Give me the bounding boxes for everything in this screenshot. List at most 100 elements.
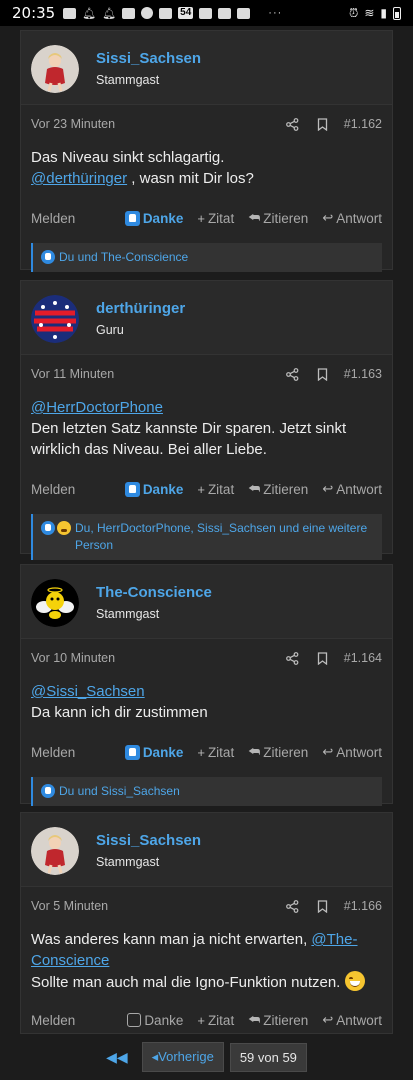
notification-icons: 🔔︎ 🔔︎ 54 ··· — [63, 7, 282, 20]
share-icon[interactable] — [286, 367, 300, 381]
thanks-button[interactable]: Danke — [127, 1013, 183, 1028]
reactions-bar[interactable]: Du und The-Conscience — [31, 243, 382, 272]
previous-page-button[interactable]: ◂Vorherige — [141, 1042, 224, 1072]
post-number[interactable]: #1.164 — [344, 651, 382, 665]
bookmark-icon[interactable] — [316, 367, 330, 381]
chrome-icon — [141, 7, 154, 19]
thumbs-up-icon — [127, 1013, 142, 1027]
post-actions: Melden Danke + Zitat ⮪ Zitieren ↩ Antwort — [21, 474, 392, 504]
youtube-icon — [218, 7, 232, 19]
reply-icon: ↩ — [322, 210, 334, 225]
report-button[interactable]: Melden — [31, 211, 75, 226]
avatar[interactable] — [31, 44, 79, 93]
username[interactable]: The-Conscience — [96, 584, 212, 601]
report-button[interactable]: Melden — [31, 1013, 75, 1028]
current-page-indicator[interactable]: 59 von 59 — [229, 1042, 307, 1072]
add-quote-button[interactable]: + Zitat — [197, 482, 234, 497]
post-text-line: Sollte man auch mal die Igno-Funktion nu… — [31, 971, 382, 993]
post-text-line: Den letzten Satz kannste Dir sparen. Jet… — [31, 420, 347, 458]
post-text-line: Da kann ich dir zustimmen — [31, 704, 208, 721]
post: derthüringer Guru Vor 11 Minuten #1.163 … — [20, 280, 393, 560]
post-meta: Vor 23 Minuten #1.162 — [21, 109, 392, 139]
post-number[interactable]: #1.163 — [344, 367, 382, 381]
bookmark-icon[interactable] — [316, 899, 330, 913]
plus-icon: + — [197, 481, 205, 497]
avatar[interactable] — [31, 826, 79, 875]
post-text-line: @Sissi_Sachsen — [31, 681, 382, 702]
more-notifications-icon: ··· — [268, 7, 283, 19]
post-content: Was anderes kann man ja nicht erwarten, … — [21, 921, 392, 1005]
post: Sissi_Sachsen Stammgast Vor 23 Minuten #… — [20, 30, 393, 272]
add-quote-button[interactable]: + Zitat — [197, 211, 234, 226]
thumbs-up-icon — [124, 481, 140, 497]
post-actions: Melden Danke + Zitat ⮪ Zitieren ↩ Antwort — [21, 203, 392, 233]
post-number[interactable]: #1.166 — [344, 899, 382, 913]
share-icon[interactable] — [286, 899, 300, 913]
username[interactable]: Sissi_Sachsen — [96, 50, 201, 67]
username[interactable]: Sissi_Sachsen — [96, 832, 201, 849]
post-content: Das Niveau sinkt schlagartig. @derthürin… — [21, 139, 392, 203]
signal-icon: ▮ — [380, 6, 387, 20]
post-time[interactable]: Vor 11 Minuten — [31, 367, 114, 381]
bookmark-icon[interactable] — [316, 651, 330, 665]
username[interactable]: derthüringer — [96, 300, 185, 317]
reactions-text[interactable]: Du, HerrDoctorPhone, Sissi_Sachsen und e… — [75, 520, 374, 554]
like-reaction-icon — [41, 521, 55, 535]
post-number[interactable]: #1.162 — [344, 117, 382, 131]
thanks-button[interactable]: Danke — [124, 481, 183, 497]
report-button[interactable]: Melden — [31, 745, 75, 760]
share-icon[interactable] — [286, 651, 300, 665]
status-time: 20:35 — [12, 4, 56, 22]
add-quote-button[interactable]: + Zitat — [197, 745, 234, 760]
reply-button[interactable]: ↩ Antwort — [322, 744, 382, 760]
bookmark-icon[interactable] — [316, 117, 330, 131]
grinning-emoji-icon — [344, 971, 365, 991]
avatar[interactable] — [31, 578, 79, 627]
thanks-button[interactable]: Danke — [124, 744, 183, 760]
post-time[interactable]: Vor 10 Minuten — [31, 651, 115, 665]
reply-button[interactable]: ↩ Antwort — [322, 210, 382, 226]
plus-icon: + — [197, 210, 205, 226]
post-content: @Sissi_Sachsen Da kann ich dir zustimmen — [21, 673, 392, 737]
thanks-button[interactable]: Danke — [124, 210, 183, 226]
reactions-bar[interactable]: Du und Sissi_Sachsen — [31, 777, 382, 806]
battery-icon — [393, 6, 401, 20]
post-time[interactable]: Vor 5 Minuten — [31, 899, 108, 913]
user-title: Stammgast — [96, 73, 160, 87]
quote-button[interactable]: ⮪ Zitieren — [248, 210, 308, 226]
post-content: @HerrDoctorPhone Den letzten Satz kannst… — [21, 389, 392, 474]
user-mention-link[interactable]: @HerrDoctorPhone — [31, 399, 163, 416]
wifi-icon: ≋ — [364, 6, 375, 20]
reply-button[interactable]: ↩ Antwort — [322, 1012, 382, 1028]
pagination: ◀◀ ◂Vorherige 59 von 59 — [0, 1040, 413, 1074]
quote-button[interactable]: ⮪ Zitieren — [248, 1012, 308, 1028]
quote-button[interactable]: ⮪ Zitieren — [248, 744, 308, 760]
youtube-icon — [199, 7, 213, 19]
quote-icon: ⮪ — [248, 481, 261, 496]
user-mention-link[interactable]: @Sissi_Sachsen — [31, 683, 145, 700]
avatar[interactable] — [31, 294, 79, 343]
share-icon[interactable] — [286, 117, 300, 131]
reactions-bar[interactable]: Du, HerrDoctorPhone, Sissi_Sachsen und e… — [31, 514, 382, 560]
post-time[interactable]: Vor 23 Minuten — [31, 117, 115, 131]
post-text-line: Das Niveau sinkt schlagartig. — [31, 149, 225, 166]
app-icon — [237, 7, 251, 19]
reply-icon: ↩ — [322, 481, 334, 496]
post-meta: Vor 11 Minuten #1.163 — [21, 359, 392, 389]
quote-button[interactable]: ⮪ Zitieren — [248, 481, 308, 497]
like-reaction-icon — [41, 784, 55, 798]
user-mention-link[interactable]: @derthüringer — [31, 170, 127, 187]
reply-icon: ↩ — [322, 1012, 334, 1027]
youtube-icon — [63, 7, 77, 19]
plus-icon: + — [197, 744, 205, 760]
post-actions: Melden Danke + Zitat ⮪ Zitieren ↩ Antwort — [21, 1005, 392, 1035]
add-quote-button[interactable]: + Zitat — [197, 1013, 234, 1028]
reactions-text[interactable]: Du und Sissi_Sachsen — [59, 783, 180, 800]
user-title: Stammgast — [96, 607, 160, 621]
first-page-button[interactable]: ◀◀ — [106, 1049, 128, 1066]
reply-button[interactable]: ↩ Antwort — [322, 481, 382, 497]
report-button[interactable]: Melden — [31, 482, 75, 497]
post-header: Sissi_Sachsen Stammgast — [21, 31, 392, 105]
reactions-text[interactable]: Du und The-Conscience — [59, 249, 188, 266]
post-meta: Vor 10 Minuten #1.164 — [21, 643, 392, 673]
